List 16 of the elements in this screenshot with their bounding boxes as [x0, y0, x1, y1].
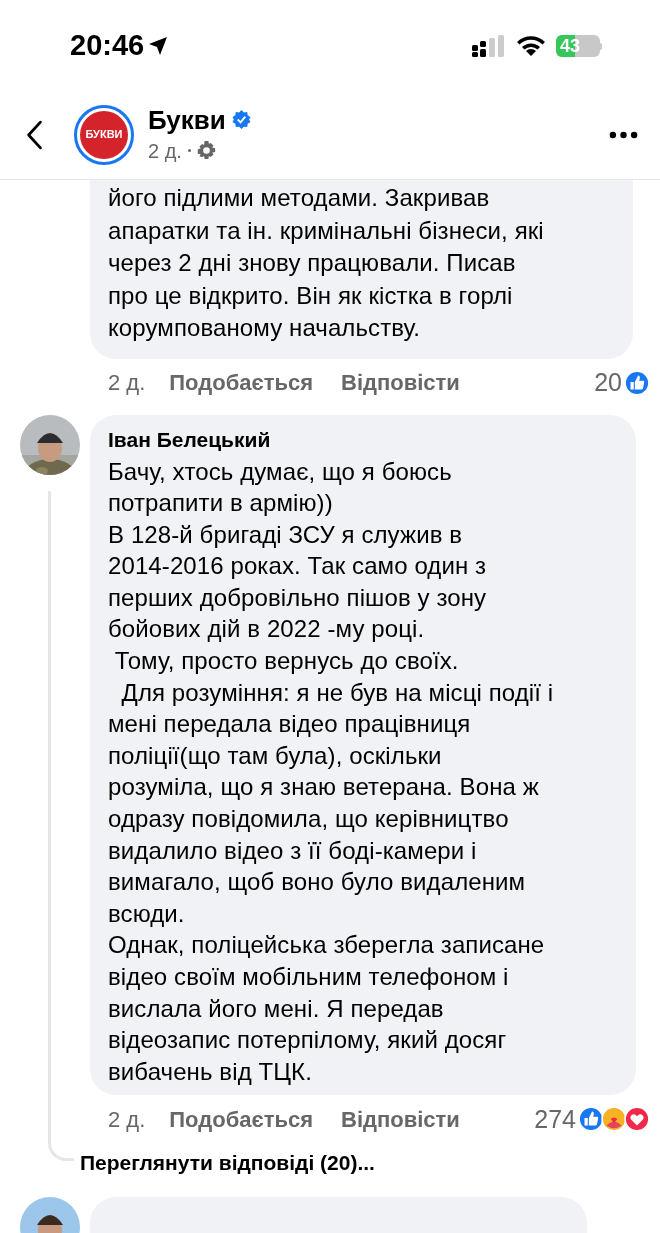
comment-text: Бачу, хтось думає, що я боюсь потрапити в армію)) В 128-й бригаді ЗСУ я служив в 2014-2016 роках. Так само один з перших добровільно пішов у зону бойових дій в 2022 -му році. Тому, просто вернусь до своїх. Для розуміння: я не був на місці події і мені передала відео працівниця поліції(що там була), оскільки розуміла, що я знаю ветерана. Вона ж одразу повідомила, що керівництво видалило відео з її боді-камери і вимагало, щоб воно було видаленим всюди. Однак, поліцейська зберегла записане відео своїм мобільним телефоном і вислала його мені. Я передав відеозапис потерпілому, який досяг вибачень від ТЦК.: [108, 456, 555, 1087]
logo-text: БУКВИ: [85, 127, 123, 143]
page-name[interactable]: Букви: [148, 103, 226, 136]
comment-text: його підлими методами. Закривав апаратки та ін. кримінальні бізнеси, які через 2 дні знову працювали. Писав про це відкрито. Він як кістка в горлі корумпованому начальству.: [108, 183, 545, 343]
view-replies-link[interactable]: Переглянути відповіді (20)...: [80, 1146, 375, 1179]
like-link[interactable]: Подобається: [169, 366, 313, 399]
reply-link[interactable]: Відповісти: [341, 1102, 460, 1136]
like-link[interactable]: Подобається: [169, 1102, 313, 1136]
clock: 20:46: [70, 28, 145, 64]
comment-author[interactable]: Іван Белецький: [108, 424, 618, 455]
reply-link[interactable]: Відповісти: [341, 366, 460, 399]
reaction-count: 20: [594, 366, 622, 398]
comment-time: 2 д.: [108, 369, 146, 397]
reaction-count: 274: [534, 1103, 576, 1135]
comment-time: 2 д.: [108, 1105, 146, 1134]
post-time: 2 д.: [148, 138, 182, 164]
